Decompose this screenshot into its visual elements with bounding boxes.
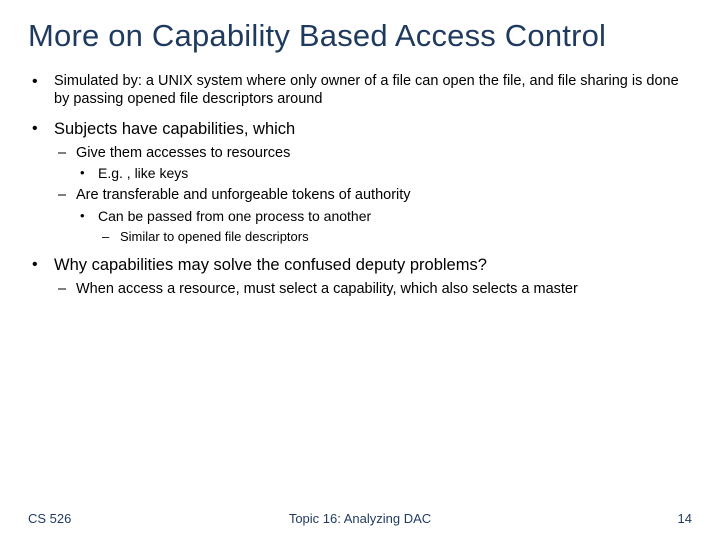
sub-list: When access a resource, must select a ca… [54,280,692,299]
bullet-text: Can be passed from one process to anothe… [98,208,371,224]
slide-title: More on Capability Based Access Control [28,18,692,54]
bullet-text: Why capabilities may solve the confused … [54,256,487,274]
list-item: Are transferable and unforgeable tokens … [54,186,692,245]
slide-footer: CS 526 Topic 16: Analyzing DAC 14 [0,511,720,526]
bullet-text: Similar to opened file descriptors [120,229,309,244]
bullet-list: Simulated by: a UNIX system where only o… [28,72,692,299]
list-item: Subjects have capabilities, which Give t… [28,119,692,246]
sub-list: E.g. , like keys [76,165,692,183]
list-item: E.g. , like keys [76,165,692,183]
list-item: Simulated by: a UNIX system where only o… [28,72,692,109]
bullet-text: When access a resource, must select a ca… [76,281,578,297]
footer-page-number: 14 [678,511,692,526]
bullet-text: E.g. , like keys [98,165,188,181]
bullet-text: Give them accesses to resources [76,145,290,161]
sub-list: Can be passed from one process to anothe… [76,208,692,246]
footer-topic: Topic 16: Analyzing DAC [0,511,720,526]
sub-list: Similar to opened file descriptors [98,229,692,246]
list-item: When access a resource, must select a ca… [54,280,692,299]
list-item: Why capabilities may solve the confused … [28,255,692,299]
list-item: Give them accesses to resources E.g. , l… [54,144,692,183]
footer-course: CS 526 [28,511,71,526]
list-item: Can be passed from one process to anothe… [76,208,692,246]
sub-list: Give them accesses to resources E.g. , l… [54,144,692,246]
bullet-text: Simulated by: a UNIX system where only o… [54,73,679,108]
list-item: Similar to opened file descriptors [98,229,692,246]
bullet-text: Subjects have capabilities, which [54,120,295,138]
bullet-text: Are transferable and unforgeable tokens … [76,187,411,203]
